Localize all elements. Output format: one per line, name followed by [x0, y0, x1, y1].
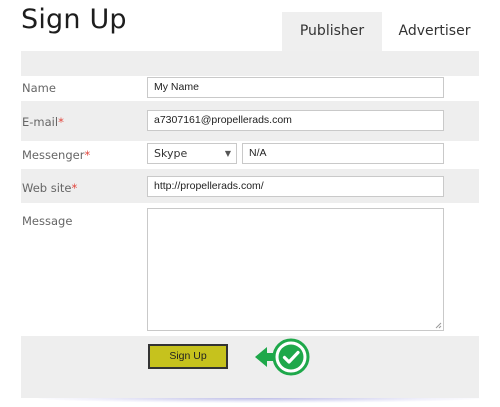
messenger-id-input[interactable]: N/A	[242, 143, 444, 164]
tab-publisher[interactable]: Publisher	[282, 12, 382, 51]
messenger-select-value: Skype	[154, 147, 188, 160]
messenger-select[interactable]: Skype ▼	[147, 143, 237, 164]
chevron-down-icon: ▼	[224, 149, 231, 158]
email-label: E-mail*	[22, 115, 64, 129]
messenger-label: Messenger*	[22, 148, 91, 162]
name-input[interactable]: My Name	[147, 77, 444, 98]
website-label: Web site*	[22, 181, 78, 195]
required-mark: *	[58, 115, 64, 129]
message-label: Message	[22, 214, 73, 228]
resize-grip-icon[interactable]	[435, 322, 442, 329]
email-input[interactable]: a7307161@propellerads.com	[147, 110, 444, 131]
required-mark: *	[71, 181, 78, 195]
page-title: Sign Up	[21, 4, 127, 35]
website-input[interactable]: http://propellerads.com/	[147, 176, 444, 197]
sign-up-button[interactable]: Sign Up	[148, 344, 228, 369]
required-mark: *	[84, 148, 91, 162]
message-textarea[interactable]	[147, 208, 444, 331]
check-arrow-icon	[255, 338, 310, 376]
tab-advertiser[interactable]: Advertiser	[392, 12, 477, 51]
name-label: Name	[22, 81, 56, 95]
